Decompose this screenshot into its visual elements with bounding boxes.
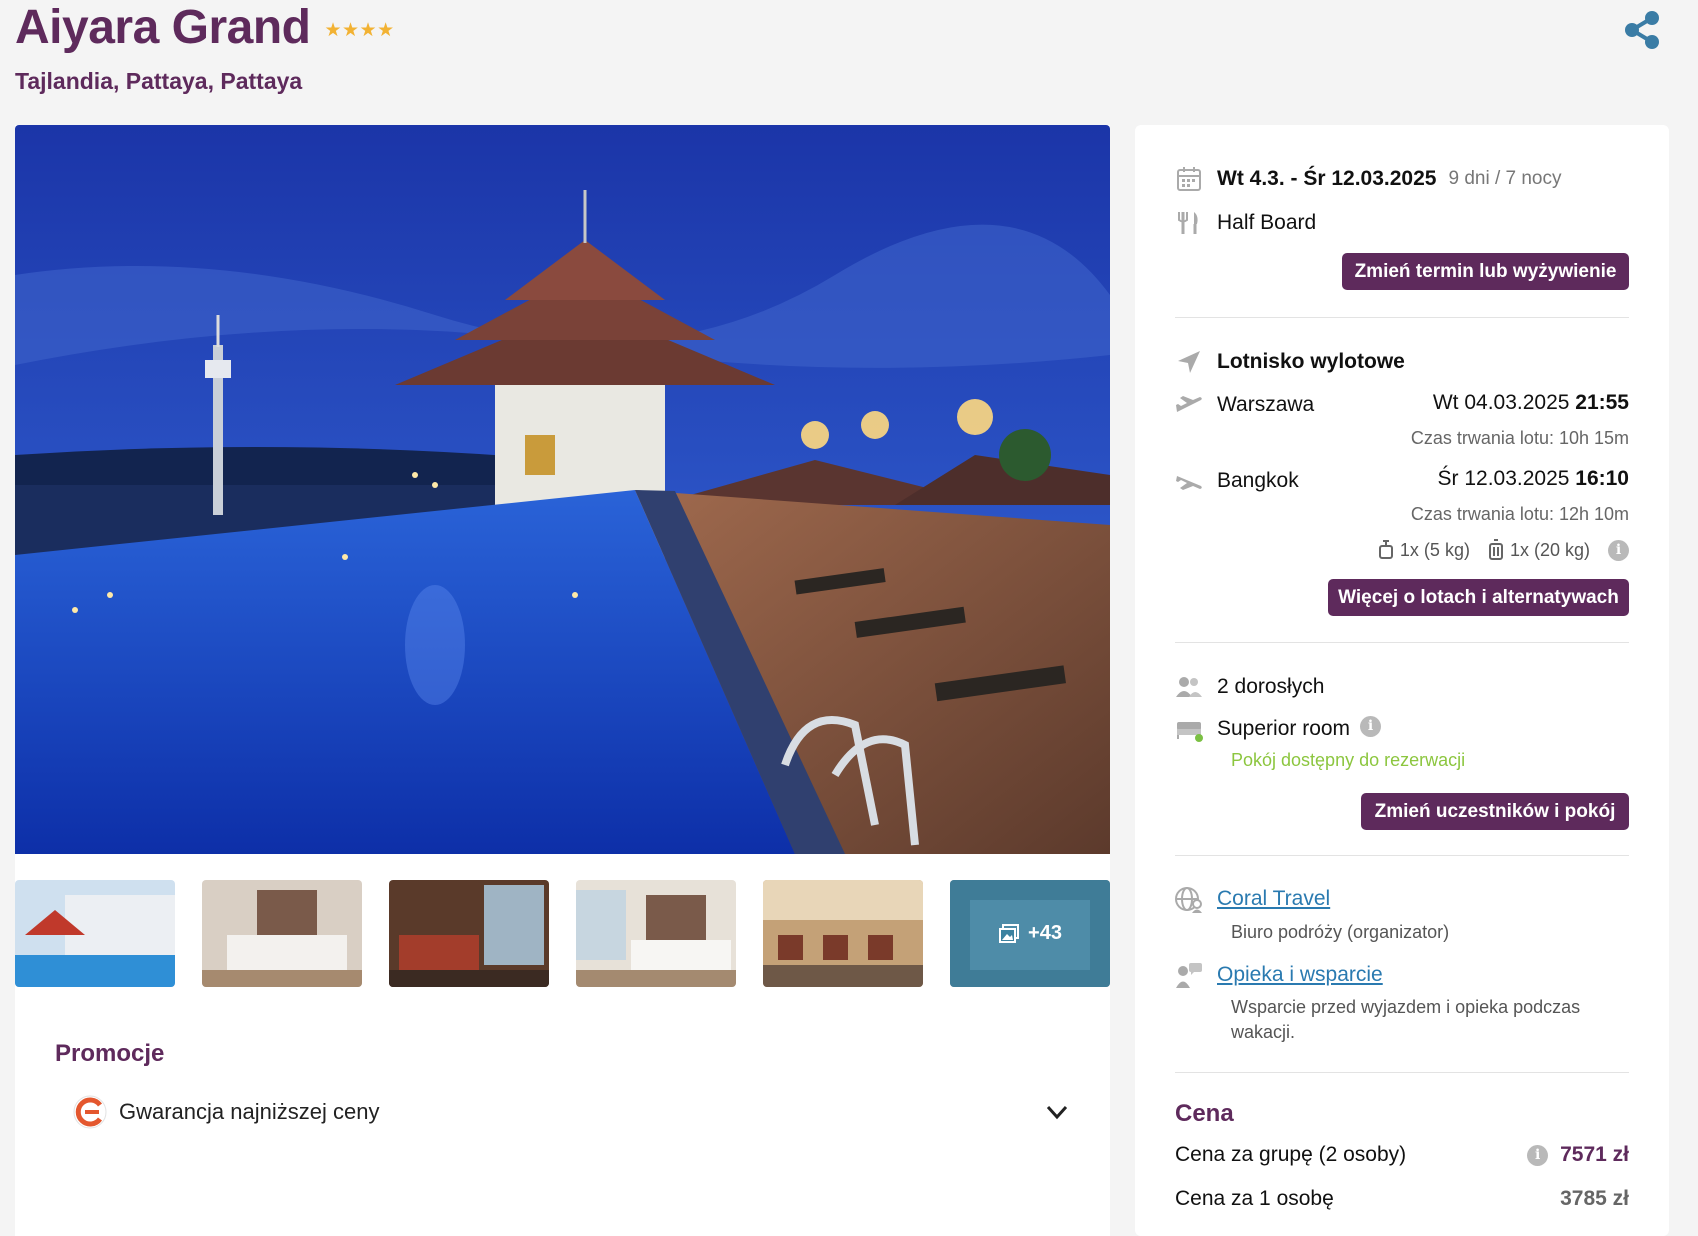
thumbnail-3[interactable] (389, 880, 549, 987)
hotel-media-column: +43 Promocje Gwarancja najniższej ceny (15, 125, 1110, 1236)
return-date: Śr 12.03.2025 (1437, 467, 1570, 490)
star-icon: ★ (377, 19, 394, 41)
price-guarantee-icon (73, 1095, 107, 1129)
checked-luggage: 1x (20 kg) (1509, 539, 1590, 560)
board-type: Half Board (1217, 211, 1317, 234)
gallery-icon (999, 923, 1020, 943)
return-flight-row: Bangkok (1175, 467, 1299, 495)
organizer-description: Biuro podróży (organizator) (1231, 922, 1450, 942)
navigation-arrow-icon (1178, 351, 1200, 373)
plane-landing-icon (1176, 476, 1202, 490)
per-person-price-label: Cena za 1 osobę (1175, 1187, 1334, 1210)
thumbnail-5[interactable] (763, 880, 923, 987)
more-photos-count: +43 (1028, 922, 1062, 944)
organizer-link[interactable]: Coral Travel (1217, 887, 1330, 911)
price-info-icon[interactable]: i (1527, 1144, 1549, 1166)
bed-icon (1177, 722, 1203, 742)
outbound-city: Warszawa (1217, 393, 1315, 416)
fork-knife-icon (1178, 212, 1198, 234)
divider (1175, 855, 1629, 856)
change-room-button[interactable]: Zmień uczestników i pokój (1361, 793, 1629, 830)
divider (1175, 1072, 1629, 1073)
hotel-title: Aiyara Grand ★ ★ ★ ★ (15, 0, 394, 56)
people-icon (1176, 677, 1202, 697)
group-price-row: Cena za grupę (2 osoby) i 7571 zł (1175, 1143, 1629, 1167)
thumbnail-2[interactable] (202, 880, 362, 987)
travel-dates: Wt 4.3. - Śr 12.03.2025 (1217, 167, 1437, 190)
promotion-label: Gwarancja najniższej ceny (119, 1099, 380, 1124)
main-hotel-photo[interactable] (15, 125, 1110, 854)
room-type: Superior room (1217, 717, 1351, 740)
room-availability-status: Pokój dostępny do rezerwacji (1231, 750, 1466, 770)
price-section-title: Cena (1175, 1100, 1234, 1127)
star-icon: ★ (359, 19, 377, 41)
outbound-date: Wt 04.03.2025 (1432, 391, 1570, 414)
outbound-time: 21:55 (1575, 391, 1629, 414)
plane-takeoff-icon (1176, 396, 1202, 412)
support-description: Wsparcie przed wyjazdem i opieka podczas… (1231, 997, 1581, 1042)
trip-duration: 9 dni / 7 nocy (1448, 168, 1562, 189)
luggage-info: 1x (5 kg) 1x (20 kg) i (1378, 539, 1629, 561)
thumbnail-4[interactable] (576, 880, 736, 987)
support-link[interactable]: Opieka i wsparcie (1217, 963, 1383, 987)
per-person-price-value: 3785 zł (1560, 1187, 1629, 1210)
travelers-count: 2 dorosłych (1217, 675, 1325, 698)
return-time: 16:10 (1575, 467, 1629, 490)
star-icon: ★ (324, 19, 341, 41)
group-price-value: 7571 zł (1560, 1143, 1629, 1166)
room-info-icon[interactable]: i (1360, 715, 1382, 737)
hotel-name: Aiyara Grand (15, 1, 311, 54)
info-icon[interactable]: i (1608, 539, 1629, 561)
promotion-lowest-price-guarantee[interactable]: Gwarancja najniższej ceny (73, 1092, 1071, 1132)
travel-dates-row: Wt 4.3. - Śr 12.03.2025 9 dni / 7 nocy (1175, 165, 1562, 193)
outbound-datetime: Wt 04.03.2025 21:55 (1433, 391, 1629, 415)
outbound-flight-row: Warszawa (1175, 391, 1314, 419)
hotel-location: Tajlandia, Pattaya, Pattaya (15, 68, 303, 94)
booking-summary-panel: Wt 4.3. - Śr 12.03.2025 9 dni / 7 nocy H… (1135, 125, 1669, 1236)
return-duration: Czas trwania lotu: 12h 10m (1410, 504, 1629, 524)
hand-luggage: 1x (5 kg) (1399, 539, 1470, 560)
change-dates-button[interactable]: Zmień termin lub wyżywienie (1342, 253, 1629, 290)
flights-info-button[interactable]: Więcej o lotach i alternatywach (1328, 579, 1629, 616)
divider (1175, 642, 1629, 643)
support-agent-icon (1176, 963, 1202, 988)
return-city: Bangkok (1217, 469, 1299, 492)
share-icon (1625, 11, 1659, 49)
return-datetime: Śr 12.03.2025 16:10 (1438, 467, 1630, 491)
outbound-duration: Czas trwania lotu: 10h 15m (1410, 428, 1629, 448)
departure-airport-label: Lotnisko wylotowe (1217, 350, 1405, 373)
star-rating: ★ ★ ★ ★ (324, 19, 394, 41)
room-row: Superior room i (1175, 715, 1382, 743)
promotions-title: Promocje (55, 1040, 165, 1067)
suitcase-icon (1488, 539, 1503, 560)
support-row: Opieka i wsparcie (1175, 961, 1383, 989)
calendar-icon (1177, 167, 1201, 191)
hand-luggage-icon (1378, 540, 1393, 559)
chevron-down-icon[interactable] (1043, 1098, 1071, 1126)
more-photos-button[interactable]: +43 (950, 880, 1110, 987)
travelers-row: 2 dorosłych (1175, 673, 1324, 701)
star-icon: ★ (342, 19, 359, 41)
divider (1175, 317, 1629, 318)
share-button[interactable] (1622, 10, 1662, 50)
board-row: Half Board (1175, 209, 1316, 237)
organizer-row: Coral Travel (1175, 885, 1330, 913)
per-person-price-row: Cena za 1 osobę 3785 zł (1175, 1187, 1629, 1211)
group-price-label: Cena za grupę (2 osoby) (1175, 1143, 1407, 1166)
thumbnail-strip: +43 (15, 880, 1110, 987)
globe-user-icon (1175, 887, 1202, 913)
thumbnail-1[interactable] (15, 880, 175, 987)
departure-airport-row: Lotnisko wylotowe (1175, 348, 1405, 376)
